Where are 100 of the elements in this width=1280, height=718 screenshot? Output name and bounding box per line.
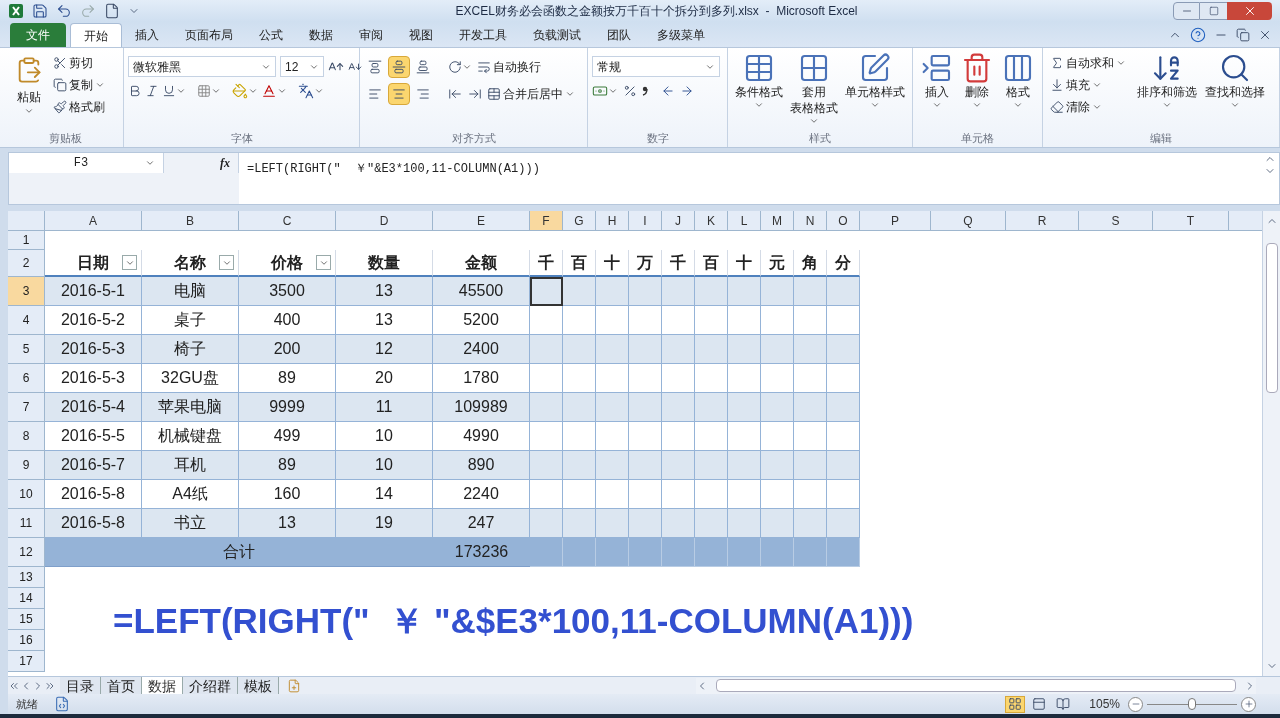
merge-center-button[interactable]: 合并后居中 xyxy=(484,83,578,105)
font-color-button[interactable] xyxy=(261,83,287,99)
styles-button[interactable]: 单元格样式 xyxy=(844,52,905,126)
sheet-tab[interactable]: 模板 xyxy=(238,676,279,695)
ribbon-tab[interactable]: 负载测试 xyxy=(520,23,594,47)
ribbon-tab[interactable]: 数据 xyxy=(296,23,346,47)
styles-button[interactable]: 套用 表格格式 xyxy=(790,52,838,126)
wrap-text-button[interactable]: 自动换行 xyxy=(474,56,544,78)
row-header[interactable]: 13 xyxy=(8,567,45,588)
zoom-out-button[interactable] xyxy=(1128,696,1143,712)
ribbon-tab[interactable]: 团队 xyxy=(594,23,644,47)
editing-big-button[interactable]: 排序和筛选 xyxy=(1137,52,1197,110)
row-header[interactable]: 10 xyxy=(8,480,45,509)
column-header[interactable]: A xyxy=(45,211,142,231)
column-header[interactable]: L xyxy=(728,211,761,231)
undo-button[interactable] xyxy=(56,3,72,19)
phonetic-button[interactable] xyxy=(298,83,324,99)
maximize-button[interactable] xyxy=(1200,2,1227,20)
column-header[interactable]: T xyxy=(1153,211,1229,231)
zoom-slider[interactable] xyxy=(1147,697,1237,711)
row-header[interactable]: 4 xyxy=(8,306,45,335)
column-header[interactable]: G xyxy=(563,211,596,231)
increase-decimal-button[interactable] xyxy=(661,84,675,98)
column-header[interactable]: E xyxy=(433,211,530,231)
file-tab[interactable]: 文件 xyxy=(10,23,66,47)
row-header[interactable]: 3 xyxy=(8,277,45,306)
orientation-button[interactable] xyxy=(448,60,472,74)
column-header[interactable]: K xyxy=(695,211,728,231)
sheet-tab[interactable]: 数据 xyxy=(142,676,183,695)
row-header[interactable]: 9 xyxy=(8,451,45,480)
row-header[interactable]: 17 xyxy=(8,651,45,672)
editing-button[interactable]: 自动求和 xyxy=(1047,52,1129,74)
column-header[interactable]: Q xyxy=(931,211,1006,231)
font-size-dropdown[interactable]: 12 xyxy=(280,56,324,77)
zoom-in-button[interactable] xyxy=(1241,696,1256,712)
horizontal-align-button[interactable] xyxy=(388,83,410,105)
ribbon-tab[interactable]: 公式 xyxy=(246,23,296,47)
column-header[interactable]: H xyxy=(596,211,629,231)
save-button[interactable] xyxy=(32,3,48,19)
column-header[interactable]: N xyxy=(794,211,827,231)
vertical-align-button[interactable] xyxy=(388,56,410,78)
ribbon-tab[interactable]: 开始 xyxy=(70,23,122,47)
editing-button[interactable]: 填充 xyxy=(1047,74,1129,96)
sheet-tab[interactable]: 首页 xyxy=(101,676,142,695)
close-button[interactable] xyxy=(1227,2,1272,20)
row-header[interactable]: 6 xyxy=(8,364,45,393)
column-header[interactable]: S xyxy=(1079,211,1153,231)
cells-button[interactable]: 删除 xyxy=(961,52,994,110)
ribbon-tab[interactable]: 开发工具 xyxy=(446,23,520,47)
row-header[interactable]: 15 xyxy=(8,609,45,630)
row-header[interactable]: 7 xyxy=(8,393,45,422)
help-button[interactable] xyxy=(1190,27,1206,43)
comma-button[interactable] xyxy=(642,86,648,96)
filter-button[interactable] xyxy=(219,255,234,270)
column-header[interactable]: O xyxy=(827,211,860,231)
close-workbook-button[interactable] xyxy=(1258,28,1272,42)
font-name-dropdown[interactable]: 微软雅黑 xyxy=(128,56,276,77)
ribbon-tab[interactable]: 视图 xyxy=(396,23,446,47)
bold-button[interactable] xyxy=(128,84,142,98)
minimize-button[interactable] xyxy=(1173,2,1200,20)
row-header[interactable]: 8 xyxy=(8,422,45,451)
view-button[interactable] xyxy=(1005,695,1026,713)
column-header[interactable]: P xyxy=(860,211,931,231)
cells-button[interactable]: 格式 xyxy=(1001,52,1034,110)
ribbon-tab[interactable]: 多级菜单 xyxy=(644,23,718,47)
row-header[interactable]: 5 xyxy=(8,335,45,364)
new-file-button[interactable] xyxy=(104,3,120,19)
column-header[interactable]: D xyxy=(336,211,433,231)
increase-indent-button[interactable] xyxy=(468,87,482,101)
editing-big-button[interactable]: 查找和选择 xyxy=(1205,52,1265,110)
horizontal-scrollbar[interactable] xyxy=(696,677,1256,694)
row-header[interactable]: 11 xyxy=(8,509,45,538)
decrease-indent-button[interactable] xyxy=(448,87,462,101)
decrease-decimal-button[interactable] xyxy=(680,84,694,98)
scroll-thumb[interactable] xyxy=(1265,243,1278,393)
clipboard-button[interactable]: 复制 xyxy=(50,74,108,96)
filter-button[interactable] xyxy=(122,255,137,270)
zoom-slider-thumb[interactable] xyxy=(1188,698,1196,710)
column-header[interactable]: M xyxy=(761,211,794,231)
row-header[interactable]: 16 xyxy=(8,630,45,651)
column-header[interactable]: B xyxy=(142,211,239,231)
number-format-dropdown[interactable]: 常规 xyxy=(592,56,720,77)
clipboard-button[interactable]: 格式刷 xyxy=(50,96,108,118)
restore-button[interactable] xyxy=(1236,28,1250,42)
column-header[interactable]: C xyxy=(239,211,336,231)
filter-button[interactable] xyxy=(316,255,331,270)
sheet-tab[interactable]: 目录 xyxy=(60,676,101,695)
italic-button[interactable] xyxy=(145,84,159,98)
column-header[interactable]: I xyxy=(629,211,662,231)
ribbon-tab[interactable]: 审阅 xyxy=(346,23,396,47)
paste-button[interactable]: 粘贴 xyxy=(12,52,46,116)
vertical-scrollbar[interactable] xyxy=(1262,211,1280,676)
row-header[interactable]: 1 xyxy=(8,231,45,250)
fill-color-button[interactable] xyxy=(232,83,258,99)
percent-button[interactable] xyxy=(623,84,637,98)
column-header[interactable]: F xyxy=(530,211,563,231)
ribbon-tab[interactable]: 插入 xyxy=(122,23,172,47)
ribbon-tab[interactable]: 页面布局 xyxy=(172,23,246,47)
sheet-tab[interactable]: 介绍群 xyxy=(183,676,238,695)
column-header[interactable]: J xyxy=(662,211,695,231)
